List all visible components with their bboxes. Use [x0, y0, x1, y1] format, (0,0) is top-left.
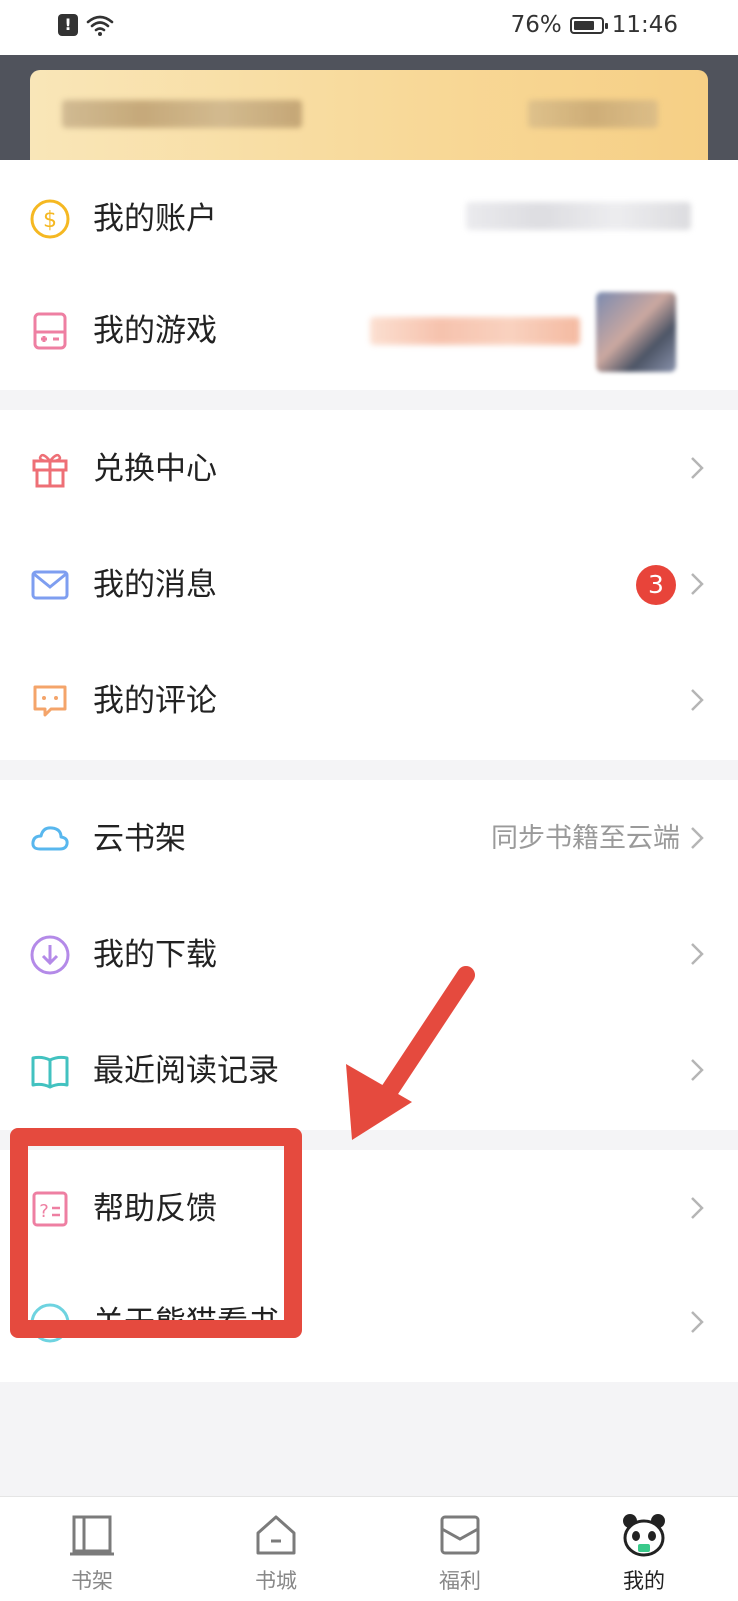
- gift-box-icon: [440, 1515, 480, 1555]
- tab-welfare-label: 福利: [439, 1569, 481, 1593]
- panda-icon: [623, 1514, 665, 1557]
- tab-mine-label: 我的: [623, 1569, 665, 1593]
- bookshelf-icon: [70, 1515, 114, 1556]
- tab-welfare[interactable]: 福利: [410, 1511, 510, 1595]
- pointer-arrow-icon: [346, 966, 475, 1140]
- tab-bookshelf-label: 书架: [71, 1569, 113, 1593]
- bottom-tabbar: 书架 书城 福利 我的: [0, 1496, 738, 1601]
- tab-bookstore-label: 书城: [255, 1569, 297, 1593]
- tab-mine[interactable]: 我的: [594, 1511, 694, 1595]
- tab-bookstore[interactable]: 书城: [226, 1511, 326, 1595]
- home-icon: [256, 1515, 296, 1555]
- tab-bookshelf[interactable]: 书架: [42, 1511, 142, 1595]
